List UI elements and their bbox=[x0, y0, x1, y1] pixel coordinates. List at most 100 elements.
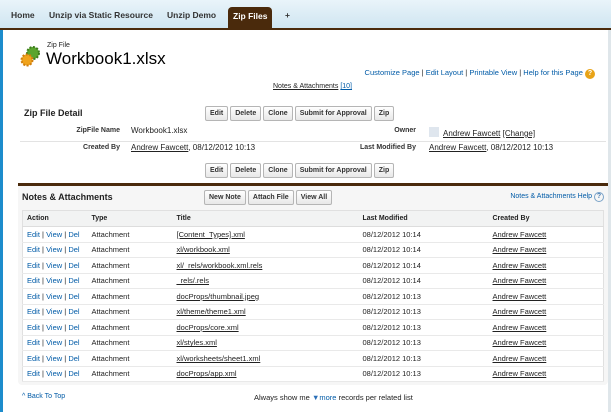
edit-button[interactable]: Edit bbox=[205, 106, 229, 121]
row-created-by-link[interactable]: Andrew Fawcett bbox=[493, 323, 547, 332]
view-link[interactable]: View bbox=[46, 369, 62, 378]
row-title-link[interactable]: _rels/.rels bbox=[177, 276, 210, 285]
delete-link[interactable]: Del bbox=[68, 276, 79, 285]
delete-link[interactable]: Del bbox=[68, 292, 79, 301]
tab-home[interactable]: Home bbox=[11, 10, 35, 20]
view-link[interactable]: View bbox=[46, 338, 62, 347]
row-created-by-link[interactable]: Andrew Fawcett bbox=[493, 292, 547, 301]
notes-buttons: New Note Attach File View All bbox=[204, 190, 334, 205]
created-by-link[interactable]: Andrew Fawcett bbox=[131, 143, 188, 152]
col-last-modified[interactable]: Last Modified bbox=[358, 210, 489, 227]
edit-link[interactable]: Edit bbox=[27, 245, 40, 254]
modified-by-link[interactable]: Andrew Fawcett bbox=[429, 143, 486, 152]
zip-button[interactable]: Zip bbox=[373, 163, 395, 178]
edit-link[interactable]: Edit bbox=[27, 323, 40, 332]
row-actions: Edit | View | Del bbox=[22, 273, 88, 289]
row-type: Attachment bbox=[87, 350, 173, 367]
owner-link[interactable]: Andrew Fawcett bbox=[443, 129, 500, 138]
row-created-by-link[interactable]: Andrew Fawcett bbox=[493, 230, 547, 239]
row-last-modified: 08/12/2012 10:14 bbox=[358, 273, 489, 289]
new-note-button[interactable]: New Note bbox=[204, 190, 246, 205]
row-created-by-link[interactable]: Andrew Fawcett bbox=[493, 354, 547, 363]
row-title-link[interactable]: docProps/thumbnail.jpeg bbox=[177, 292, 260, 301]
owner-avatar bbox=[429, 127, 439, 137]
notes-attachments-link[interactable]: Notes & Attachments bbox=[273, 83, 338, 90]
edit-button[interactable]: Edit bbox=[205, 163, 229, 178]
clone-button[interactable]: Clone bbox=[263, 106, 293, 121]
tab-add[interactable]: + bbox=[285, 10, 290, 20]
row-type: Attachment bbox=[87, 273, 173, 289]
row-last-modified: 08/12/2012 10:13 bbox=[358, 319, 489, 336]
delete-link[interactable]: Del bbox=[68, 261, 79, 270]
customize-page-link[interactable]: Customize Page bbox=[365, 68, 420, 77]
edit-layout-link[interactable]: Edit Layout bbox=[426, 68, 464, 77]
edit-link[interactable]: Edit bbox=[27, 276, 40, 285]
delete-button[interactable]: Delete bbox=[230, 163, 262, 178]
row-created-by-link[interactable]: Andrew Fawcett bbox=[493, 338, 547, 347]
created-by-label: Created By bbox=[83, 144, 120, 151]
help-page-link[interactable]: Help for this Page bbox=[523, 68, 583, 77]
row-title-link[interactable]: xl/_rels/workbook.xml.rels bbox=[177, 261, 263, 270]
notes-attachments-section: Notes & Attachments New Note Attach File V… bbox=[18, 183, 608, 385]
row-title-link[interactable]: [Content_Types].xml bbox=[177, 230, 245, 239]
view-link[interactable]: View bbox=[46, 276, 62, 285]
submit-approval-button[interactable]: Submit for Approval bbox=[294, 163, 372, 178]
edit-link[interactable]: Edit bbox=[27, 354, 40, 363]
row-last-modified: 08/12/2012 10:13 bbox=[358, 288, 489, 305]
view-link[interactable]: View bbox=[46, 230, 62, 239]
view-all-button[interactable]: View All bbox=[295, 190, 333, 205]
edit-link[interactable]: Edit bbox=[27, 292, 40, 301]
zip-button[interactable]: Zip bbox=[373, 106, 395, 121]
row-created-by-link[interactable]: Andrew Fawcett bbox=[493, 276, 547, 285]
row-title-link[interactable]: xl/workbook.xml bbox=[177, 245, 230, 254]
back-to-top-link[interactable]: Back To Top bbox=[27, 393, 65, 400]
row-created-by-link[interactable]: Andrew Fawcett bbox=[493, 261, 547, 270]
delete-link[interactable]: Del bbox=[68, 323, 79, 332]
row-created-by-link[interactable]: Andrew Fawcett bbox=[493, 245, 547, 254]
row-title-link[interactable]: docProps/app.xml bbox=[177, 369, 237, 378]
tab-zip-files[interactable]: Zip Files bbox=[228, 7, 273, 28]
delete-link[interactable]: Del bbox=[68, 307, 79, 316]
table-row: Edit | View | Del Attachment _rels/.rels… bbox=[22, 273, 604, 289]
notes-title: Notes & Attachments bbox=[22, 192, 113, 202]
tab-unzip-static-resource[interactable]: Unzip via Static Resource bbox=[49, 10, 153, 20]
tab-unzip-demo[interactable]: Unzip Demo bbox=[167, 10, 216, 20]
edit-link[interactable]: Edit bbox=[27, 261, 40, 270]
row-title-link[interactable]: docProps/core.xml bbox=[177, 323, 239, 332]
col-title[interactable]: Title bbox=[172, 210, 359, 227]
view-link[interactable]: View bbox=[46, 292, 62, 301]
submit-approval-button[interactable]: Submit for Approval bbox=[294, 106, 372, 121]
row-actions: Edit | View | Del bbox=[22, 350, 88, 367]
view-link[interactable]: View bbox=[46, 245, 62, 254]
delete-link[interactable]: Del bbox=[68, 354, 79, 363]
notes-help-link[interactable]: Notes & Attachments Help bbox=[510, 193, 592, 200]
delete-link[interactable]: Del bbox=[68, 230, 79, 239]
delete-link[interactable]: Del bbox=[68, 369, 79, 378]
clone-button[interactable]: Clone bbox=[263, 163, 293, 178]
view-link[interactable]: View bbox=[46, 261, 62, 270]
row-actions: Edit | View | Del bbox=[22, 226, 88, 243]
more-link[interactable]: more bbox=[319, 393, 336, 402]
view-link[interactable]: View bbox=[46, 307, 62, 316]
col-created-by[interactable]: Created By bbox=[488, 210, 604, 227]
delete-button[interactable]: Delete bbox=[230, 106, 262, 121]
change-owner-link[interactable]: [Change] bbox=[503, 129, 535, 138]
edit-link[interactable]: Edit bbox=[27, 338, 40, 347]
help-icon[interactable]: ? bbox=[585, 69, 595, 79]
edit-link[interactable]: Edit bbox=[27, 230, 40, 239]
back-to-top[interactable]: ^ Back To Top bbox=[22, 393, 65, 400]
row-created-by-link[interactable]: Andrew Fawcett bbox=[493, 307, 547, 316]
printable-view-link[interactable]: Printable View bbox=[469, 68, 517, 77]
row-title-link[interactable]: xl/theme/theme1.xml bbox=[177, 307, 246, 316]
edit-link[interactable]: Edit bbox=[27, 307, 40, 316]
view-link[interactable]: View bbox=[46, 354, 62, 363]
attach-file-button[interactable]: Attach File bbox=[247, 190, 294, 205]
row-title-link[interactable]: xl/styles.xml bbox=[177, 338, 217, 347]
edit-link[interactable]: Edit bbox=[27, 369, 40, 378]
help-icon[interactable]: ? bbox=[594, 192, 604, 202]
row-title-link[interactable]: xl/worksheets/sheet1.xml bbox=[177, 354, 261, 363]
delete-link[interactable]: Del bbox=[68, 245, 79, 254]
delete-link[interactable]: Del bbox=[68, 338, 79, 347]
view-link[interactable]: View bbox=[46, 323, 62, 332]
row-created-by-link[interactable]: Andrew Fawcett bbox=[493, 369, 547, 378]
